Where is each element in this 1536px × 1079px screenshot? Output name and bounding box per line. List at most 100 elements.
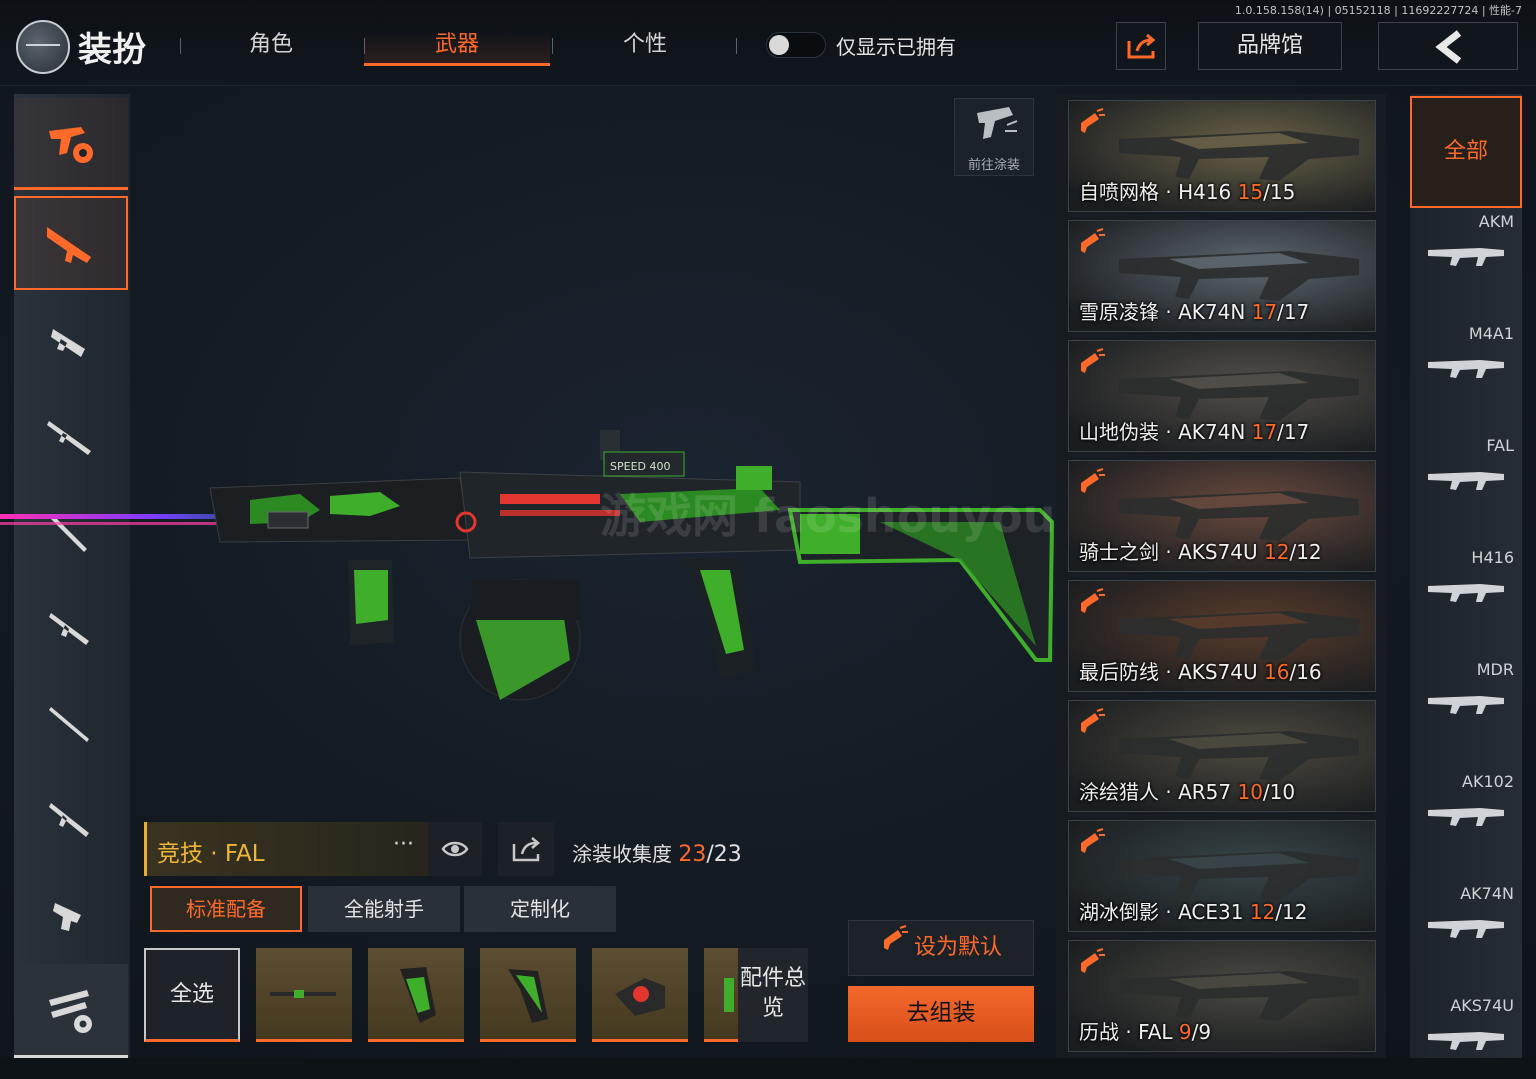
loadout-tab-custom[interactable]: 定制化 — [464, 886, 616, 932]
skin-card[interactable]: 最后防线 · AKS74U 16/16 — [1068, 580, 1376, 692]
weapon-filter-label: M4A1 — [1468, 324, 1514, 343]
skin-card[interactable]: 自喷网格 · H416 15/15 — [1068, 100, 1376, 212]
category-lmg[interactable] — [14, 772, 128, 866]
tab-divider — [736, 38, 737, 54]
rifle-silhouette-icon — [1428, 472, 1504, 490]
sight-attachment-icon — [615, 977, 665, 1016]
skin-card-count: 15 — [1237, 180, 1264, 204]
skin-card-label: 湖冰倒影 · ACE31 12/12 — [1079, 896, 1307, 925]
attachment-grip[interactable] — [368, 948, 464, 1042]
skin-card-total: /17 — [1277, 420, 1310, 444]
weapon-filter-item[interactable]: MDR — [1410, 656, 1522, 768]
category-melee-paint[interactable] — [14, 964, 128, 1058]
skin-card-label: 涂绘猎人 · AR57 10/10 — [1079, 776, 1295, 805]
attachment-barrel[interactable] — [256, 948, 352, 1042]
collection-progress: 涂装收集度 23/23 — [572, 838, 742, 867]
weapon-filter-item[interactable]: H416 — [1410, 544, 1522, 656]
assemble-button[interactable]: 去组装 — [848, 986, 1034, 1042]
category-paint-gun[interactable] — [14, 98, 128, 190]
skin-card-total: /9 — [1191, 1020, 1212, 1044]
attachment-overview-button[interactable]: 配件总览 — [738, 948, 808, 1042]
category-assault-rifle[interactable] — [14, 196, 128, 290]
tab-weapon[interactable]: 武器 — [364, 30, 550, 66]
stock-attachment-icon — [508, 968, 548, 1023]
back-button[interactable] — [1378, 22, 1518, 70]
rifle-silhouette-icon — [1428, 584, 1504, 602]
lmg-icon — [49, 803, 89, 837]
skin-name-bar[interactable]: 竞技 · FAL ··· — [144, 822, 428, 876]
skin-card[interactable]: 骑士之剑 · AKS74U 12/12 — [1068, 460, 1376, 572]
spray-can-icon — [1081, 588, 1105, 613]
globe-logo-icon — [16, 20, 70, 74]
skin-card-label: 历战 · FAL 9/9 — [1079, 1016, 1211, 1045]
skin-card-name: 山地伪装 · AK74N — [1079, 420, 1252, 444]
spray-can-icon — [1081, 468, 1105, 493]
smg-icon — [51, 329, 85, 357]
weapon-filter-label: AK74N — [1460, 884, 1514, 903]
bottom-edge — [0, 1058, 1536, 1079]
weapon-filter-item[interactable]: FAL — [1410, 432, 1522, 544]
tab-character[interactable]: 角色 — [178, 30, 364, 66]
loadout-tab-standard[interactable]: 标准配备 — [150, 886, 302, 932]
share-icon — [512, 837, 540, 862]
weapon-model[interactable]: SPEED 400 — [0, 410, 1060, 730]
weapon-filter-all[interactable]: 全部 — [1410, 96, 1522, 208]
loadout-tab-all-rounder[interactable]: 全能射手 — [308, 886, 460, 932]
barrel-attachment-icon — [270, 989, 336, 998]
skin-card-total: /17 — [1277, 300, 1310, 324]
rifle-silhouette-icon — [1428, 248, 1504, 266]
go-paint-button[interactable]: 前往涂装 — [954, 98, 1034, 176]
skin-card-count: 17 — [1251, 420, 1278, 444]
select-all-button[interactable]: 全选 — [144, 948, 240, 1042]
eye-icon — [441, 841, 469, 857]
skin-card-total: /10 — [1262, 780, 1296, 804]
svg-text:SPEED 400: SPEED 400 — [610, 460, 670, 473]
skin-card[interactable]: 湖冰倒影 · ACE31 12/12 — [1068, 820, 1376, 932]
category-smg[interactable] — [14, 292, 128, 386]
skin-card-name: 自喷网格 · H416 — [1079, 180, 1238, 204]
spray-can-icon — [1081, 228, 1105, 253]
attachment-sight[interactable] — [592, 948, 688, 1042]
weapon-filter-label: AK102 — [1462, 772, 1514, 791]
collection-total: /23 — [706, 842, 742, 867]
assault-rifle-icon — [47, 227, 91, 263]
attachment-magazine[interactable] — [704, 948, 738, 1042]
weapon-filter-item[interactable]: AK74N — [1410, 880, 1522, 992]
go-paint-label: 前往涂装 — [967, 158, 1020, 173]
share-skin-button[interactable] — [498, 822, 554, 876]
spray-can-icon — [1081, 348, 1105, 373]
fal-rifle-model-icon: SPEED 400 — [0, 430, 1055, 701]
skin-card[interactable]: 雪原凌锋 · AK74N 17/17 — [1068, 220, 1376, 332]
skin-card-label: 骑士之剑 · AKS74U 12/12 — [1079, 536, 1322, 565]
rifle-silhouette-icon — [1428, 920, 1504, 938]
collection-current: 23 — [678, 842, 707, 867]
set-default-button[interactable]: 设为默认 — [848, 920, 1034, 976]
spray-can-icon — [1081, 828, 1105, 853]
skin-card-label: 山地伪装 · AK74N 17/17 — [1079, 416, 1309, 445]
category-pistol[interactable] — [14, 868, 128, 962]
spray-can-icon — [880, 921, 910, 975]
more-options-icon[interactable]: ··· — [393, 832, 414, 857]
share-icon — [1127, 33, 1156, 59]
weapon-filter-label: AKS74U — [1450, 996, 1514, 1015]
share-button[interactable] — [1116, 22, 1166, 70]
weapon-filter-item[interactable]: AKM — [1410, 208, 1522, 320]
rifle-silhouette-icon — [1428, 360, 1504, 378]
skin-card[interactable]: 涂绘猎人 · AR57 10/10 — [1068, 700, 1376, 812]
brand-hall-button[interactable]: 品牌馆 — [1198, 22, 1342, 70]
skin-card-label: 雪原凌锋 · AK74N 17/17 — [1079, 296, 1309, 325]
attachment-stock[interactable] — [480, 948, 576, 1042]
skin-card-total: /16 — [1289, 660, 1322, 684]
weapon-filter-item[interactable]: AK102 — [1410, 768, 1522, 880]
owned-only-toggle[interactable] — [766, 32, 826, 58]
tab-personality[interactable]: 个性 — [552, 30, 738, 66]
weapon-filter-item[interactable]: M4A1 — [1410, 320, 1522, 432]
skin-card-count: 9 — [1178, 1020, 1192, 1044]
weapon-filter-label: H416 — [1471, 548, 1514, 567]
skin-card-count: 16 — [1264, 660, 1290, 684]
skin-card-total: /12 — [1275, 900, 1308, 924]
preview-button[interactable] — [428, 822, 482, 876]
skin-card[interactable]: 山地伪装 · AK74N 17/17 — [1068, 340, 1376, 452]
skin-card-count: 10 — [1237, 780, 1263, 804]
skin-card[interactable]: 历战 · FAL 9/9 — [1068, 940, 1376, 1052]
